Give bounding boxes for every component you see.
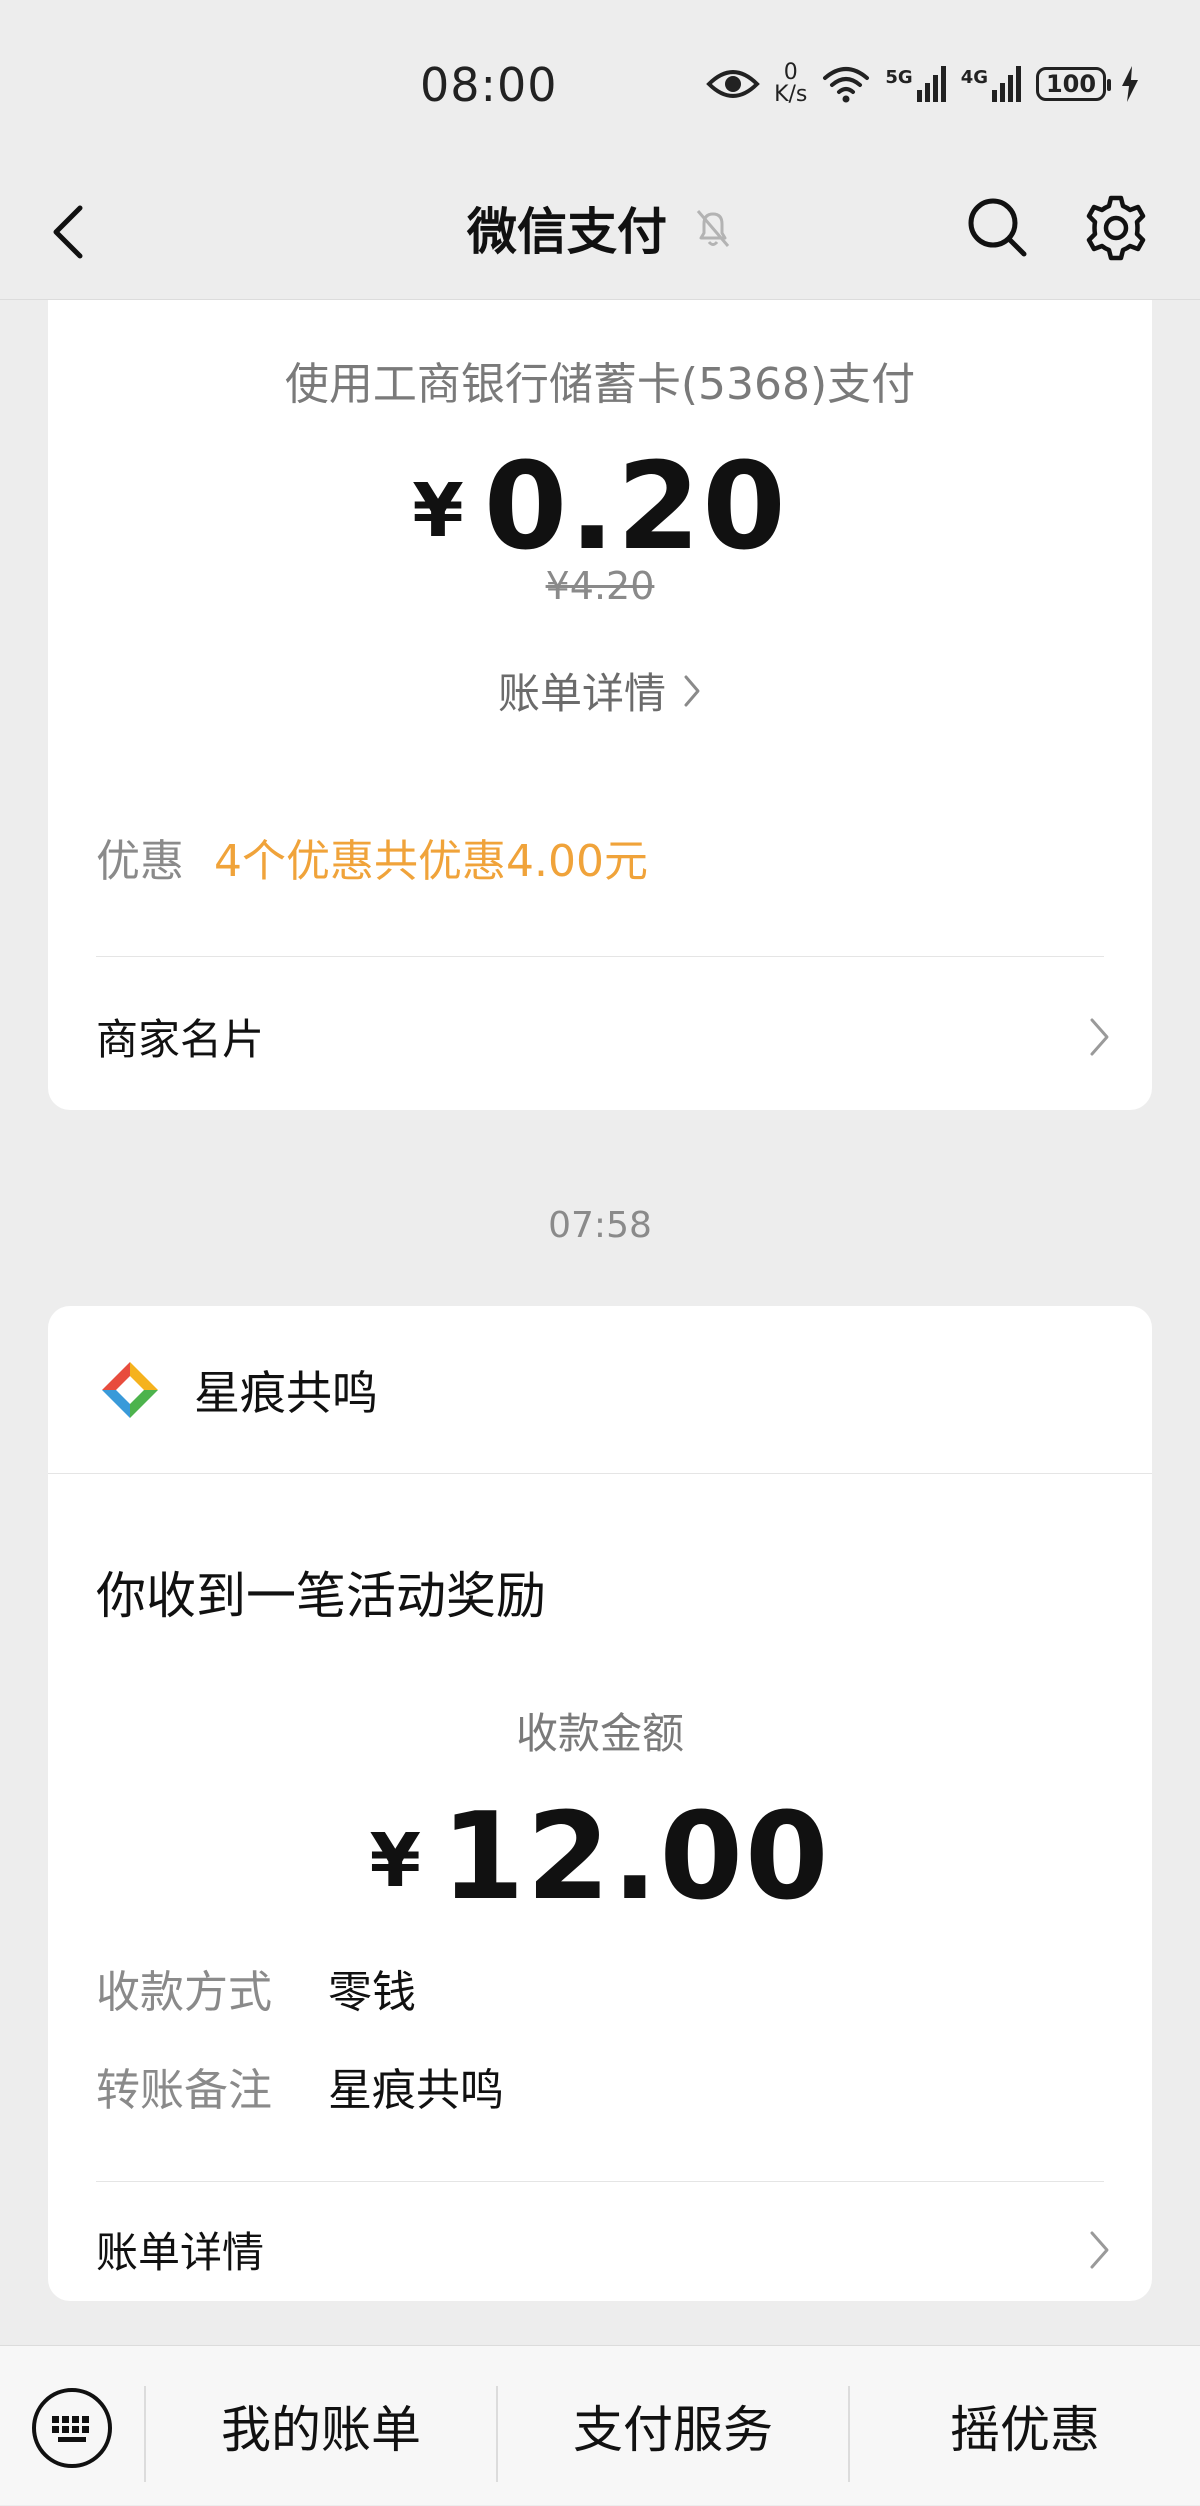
payment-amount: ¥ 0.20 <box>48 438 1152 577</box>
keyboard-toggle-button[interactable] <box>30 2386 114 2470</box>
bottom-menu-bar: 我的账单 支付服务 摇优惠 <box>0 2345 1200 2505</box>
message-timestamp: 07:58 <box>548 1205 652 1246</box>
bill-detail-label: 账单详情 <box>96 2228 265 2277</box>
merchant-card-label: 商家名片 <box>96 1015 265 1064</box>
eye-icon <box>706 70 760 98</box>
receive-amount: ¥ 12.00 <box>48 1788 1152 1927</box>
bill-detail-label: 账单详情 <box>497 669 666 718</box>
currency-symbol: ¥ <box>412 468 464 554</box>
net-speed-unit: K/s <box>774 82 808 107</box>
receive-method-row: 收款方式 零钱 <box>96 1956 416 2020</box>
chevron-right-icon <box>1090 2231 1109 2268</box>
menu-item-shake-discount[interactable]: 摇优惠 <box>850 2346 1200 2506</box>
divider <box>96 956 1104 957</box>
mute-bell-icon <box>696 210 730 247</box>
transfer-note-row: 转账备注 星痕共鸣 <box>96 2054 504 2118</box>
chevron-right-icon <box>1090 1018 1109 1055</box>
battery-icon: 100 <box>1036 67 1111 101</box>
pay-method-text: 使用工商银行储蓄卡(5368)支付 <box>284 359 916 410</box>
menu-item-my-bills[interactable]: 我的账单 <box>146 2346 496 2506</box>
merchant-logo-icon <box>102 1361 158 1418</box>
signal-4g-label: 4G <box>960 67 988 88</box>
signal-5g-label: 5G <box>885 67 913 88</box>
search-button[interactable] <box>962 192 1032 262</box>
signal-bars-icon <box>992 66 1021 102</box>
receive-method-label: 收款方式 <box>96 1967 272 2018</box>
merchant-header[interactable]: 星痕共鸣 <box>48 1306 1152 1474</box>
discount-value: 4个优惠共优惠4.00元 <box>214 836 648 887</box>
reward-card: 星痕共鸣 你收到一笔活动奖励 收款金额 ¥ 12.00 收款方式 零钱 转账备注… <box>48 1306 1152 2301</box>
net-speed: 0 K/s <box>774 62 807 106</box>
bill-detail-row[interactable]: 账单详情 <box>96 2219 1112 2280</box>
currency-symbol: ¥ <box>369 1818 421 1904</box>
status-time: 08:00 <box>420 58 558 112</box>
page-title: 微信支付 <box>467 203 667 261</box>
nav-bar: 微信支付 <box>0 170 1200 300</box>
status-icons: 0 K/s 5G 4G 100 <box>706 62 1140 106</box>
net-speed-value: 0 <box>783 60 798 85</box>
discount-label: 优惠 <box>96 836 184 887</box>
reward-title: 你收到一笔活动奖励 <box>96 1567 546 1625</box>
discount-row: 优惠 4个优惠共优惠4.00元 <box>96 825 648 889</box>
amount-value: 0.20 <box>483 438 788 577</box>
signal-5g: 5G <box>885 66 946 102</box>
receive-method-value: 零钱 <box>328 1967 416 2018</box>
receive-amount-label: 收款金额 <box>515 1709 684 1758</box>
transfer-note-label: 转账备注 <box>96 2065 272 2116</box>
merchant-card-row[interactable]: 商家名片 <box>96 1006 1112 1067</box>
wifi-icon <box>823 67 870 103</box>
status-bar: 08:00 0 K/s 5G 4G 100 <box>0 0 1200 170</box>
settings-button[interactable] <box>1080 192 1152 264</box>
search-icon <box>968 198 1027 257</box>
original-price: ¥4.20 <box>545 564 655 608</box>
signal-4g: 4G <box>961 66 1022 102</box>
chevron-right-icon <box>684 675 700 706</box>
gear-icon <box>1086 195 1146 261</box>
bill-detail-link[interactable]: 账单详情 <box>48 660 1152 721</box>
charging-icon <box>1122 66 1138 102</box>
divider <box>96 2181 1104 2182</box>
merchant-name: 星痕共鸣 <box>194 1365 378 1420</box>
payment-card: 使用工商银行储蓄卡(5368)支付 ¥ 0.20 ¥4.20 账单详情 优惠 4… <box>48 300 1152 1110</box>
amount-value: 12.00 <box>440 1788 831 1927</box>
transfer-note-value: 星痕共鸣 <box>328 2065 504 2116</box>
keyboard-icon <box>32 2388 112 2468</box>
signal-bars-icon <box>916 66 946 102</box>
menu-item-payment-service[interactable]: 支付服务 <box>498 2346 848 2506</box>
